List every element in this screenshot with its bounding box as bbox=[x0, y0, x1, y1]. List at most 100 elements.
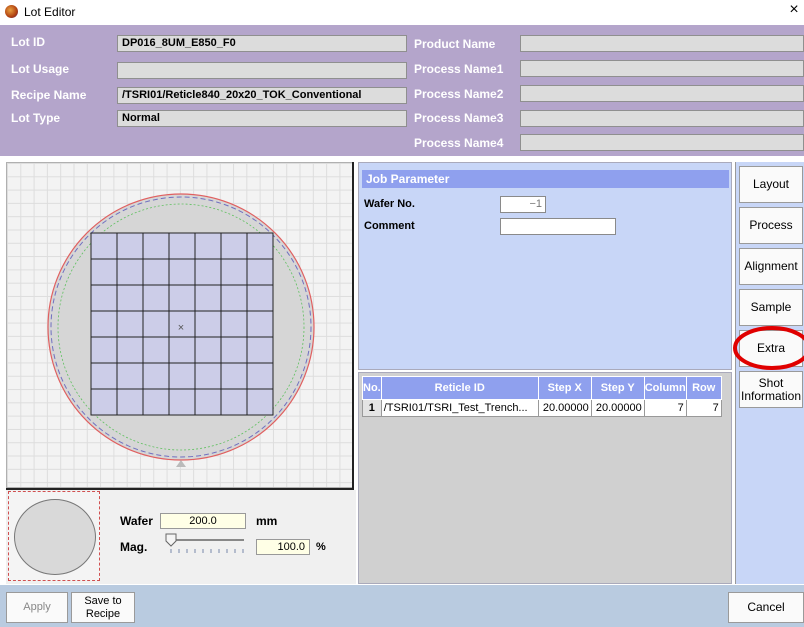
shot-cell[interactable] bbox=[168, 232, 196, 260]
col-no[interactable]: No. bbox=[362, 376, 382, 400]
col-step-y[interactable]: Step Y bbox=[590, 376, 645, 400]
mag-label: Mag. bbox=[120, 540, 148, 554]
mag-input[interactable]: 100.0 bbox=[256, 539, 310, 555]
lot-type-field[interactable]: Normal bbox=[117, 110, 407, 127]
shot-cell[interactable] bbox=[116, 362, 144, 390]
shot-cell[interactable] bbox=[116, 232, 144, 260]
process-name2-field[interactable] bbox=[520, 85, 804, 102]
shot-cell[interactable] bbox=[168, 258, 196, 286]
shot-cell[interactable] bbox=[116, 284, 144, 312]
shot-cell[interactable] bbox=[116, 388, 144, 416]
shot-cell[interactable] bbox=[246, 284, 274, 312]
shot-information-button[interactable]: Shot Information bbox=[739, 371, 803, 408]
col-column[interactable]: Column bbox=[643, 376, 687, 400]
wafer-no-input[interactable]: −1 bbox=[500, 196, 546, 213]
shot-cell[interactable] bbox=[220, 258, 248, 286]
process-name4-field[interactable] bbox=[520, 134, 804, 151]
mag-unit: % bbox=[316, 541, 326, 553]
shot-cell[interactable] bbox=[246, 336, 274, 364]
notch-marker bbox=[176, 460, 186, 467]
shot-cell[interactable] bbox=[194, 362, 222, 390]
table-row[interactable]: 1 /TSRI01/TSRI_Test_Trench... 20.00000 2… bbox=[362, 399, 722, 417]
shot-cell[interactable] bbox=[194, 310, 222, 338]
shot-cell[interactable] bbox=[142, 232, 170, 260]
wafer-size-label: Wafer bbox=[120, 514, 153, 528]
shot-cell[interactable] bbox=[194, 336, 222, 364]
cell-no: 1 bbox=[362, 399, 382, 417]
shot-cell[interactable] bbox=[168, 336, 196, 364]
shot-cell[interactable] bbox=[90, 284, 118, 312]
shot-cell[interactable] bbox=[116, 258, 144, 286]
shot-cell[interactable] bbox=[90, 336, 118, 364]
layout-button[interactable]: Layout bbox=[739, 166, 803, 203]
mag-slider-ticks bbox=[170, 549, 244, 553]
product-name-label: Product Name bbox=[414, 37, 496, 51]
shot-cell[interactable] bbox=[90, 258, 118, 286]
wafer-map[interactable]: × bbox=[7, 163, 354, 488]
wafer-size-input[interactable]: 200.0 bbox=[160, 513, 246, 529]
cancel-button[interactable]: Cancel bbox=[728, 592, 804, 623]
comment-label: Comment bbox=[364, 220, 415, 232]
shot-cell[interactable] bbox=[142, 310, 170, 338]
lot-id-field[interactable]: DP016_8UM_E850_F0 bbox=[117, 35, 407, 52]
shot-cell[interactable] bbox=[142, 388, 170, 416]
shot-cell[interactable] bbox=[246, 388, 274, 416]
apply-button[interactable]: Apply bbox=[6, 592, 68, 623]
shot-cell[interactable] bbox=[246, 232, 274, 260]
cell-step-x: 20.00000 bbox=[537, 399, 592, 417]
close-icon[interactable]: × bbox=[786, 1, 802, 19]
shot-cell[interactable] bbox=[90, 310, 118, 338]
sample-button[interactable]: Sample bbox=[739, 289, 803, 326]
process-button[interactable]: Process bbox=[739, 207, 803, 244]
shot-cell[interactable] bbox=[168, 362, 196, 390]
shot-cell[interactable] bbox=[90, 232, 118, 260]
shot-cell[interactable] bbox=[246, 310, 274, 338]
shot-cell[interactable] bbox=[142, 258, 170, 286]
center-mark: × bbox=[178, 322, 184, 334]
shot-cell[interactable] bbox=[220, 284, 248, 312]
wafer-map-panel[interactable]: × bbox=[6, 162, 354, 488]
shot-cell[interactable] bbox=[194, 284, 222, 312]
shot-cell[interactable] bbox=[246, 362, 274, 390]
bottom-bar: Apply Save to Recipe Cancel bbox=[0, 585, 804, 627]
product-name-field[interactable] bbox=[520, 35, 804, 52]
save-to-recipe-button[interactable]: Save to Recipe bbox=[71, 592, 135, 623]
cell-step-y: 20.00000 bbox=[590, 399, 645, 417]
process-name3-field[interactable] bbox=[520, 110, 804, 127]
mag-slider-thumb[interactable] bbox=[165, 533, 177, 547]
alignment-button[interactable]: Alignment bbox=[739, 248, 803, 285]
shot-cell[interactable] bbox=[220, 336, 248, 364]
comment-input[interactable] bbox=[500, 218, 616, 235]
shot-cell[interactable] bbox=[220, 388, 248, 416]
shot-cell[interactable] bbox=[142, 284, 170, 312]
col-reticle-id[interactable]: Reticle ID bbox=[380, 376, 539, 400]
shot-cell[interactable] bbox=[90, 388, 118, 416]
shot-cell[interactable] bbox=[194, 258, 222, 286]
recipe-name-label: Recipe Name bbox=[11, 88, 87, 102]
col-row[interactable]: Row bbox=[685, 376, 722, 400]
shot-cell[interactable] bbox=[142, 362, 170, 390]
col-step-x[interactable]: Step X bbox=[537, 376, 592, 400]
shot-cell[interactable] bbox=[220, 232, 248, 260]
window-title: Lot Editor bbox=[24, 5, 76, 19]
lot-type-label: Lot Type bbox=[11, 111, 61, 125]
process-name1-field[interactable] bbox=[520, 60, 804, 77]
shot-cell[interactable] bbox=[194, 232, 222, 260]
shot-cell[interactable] bbox=[116, 310, 144, 338]
shot-cell[interactable] bbox=[90, 362, 118, 390]
shot-cell[interactable] bbox=[168, 284, 196, 312]
shot-cell[interactable] bbox=[142, 336, 170, 364]
shot-cell[interactable] bbox=[168, 388, 196, 416]
shot-cell[interactable] bbox=[194, 388, 222, 416]
shot-cell[interactable] bbox=[220, 362, 248, 390]
splitter-vertical[interactable] bbox=[352, 162, 354, 490]
mini-wafer-preview[interactable] bbox=[8, 491, 100, 581]
shot-cell[interactable] bbox=[116, 336, 144, 364]
shot-cell[interactable] bbox=[220, 310, 248, 338]
shot-cell[interactable] bbox=[246, 258, 274, 286]
lot-usage-field[interactable] bbox=[117, 62, 407, 79]
cell-row: 7 bbox=[685, 399, 722, 417]
recipe-name-field[interactable]: /TSRI01/Reticle840_20x20_TOK_Conventiona… bbox=[117, 87, 407, 104]
mag-slider[interactable] bbox=[160, 532, 252, 554]
wafer-size-unit: mm bbox=[256, 514, 278, 528]
